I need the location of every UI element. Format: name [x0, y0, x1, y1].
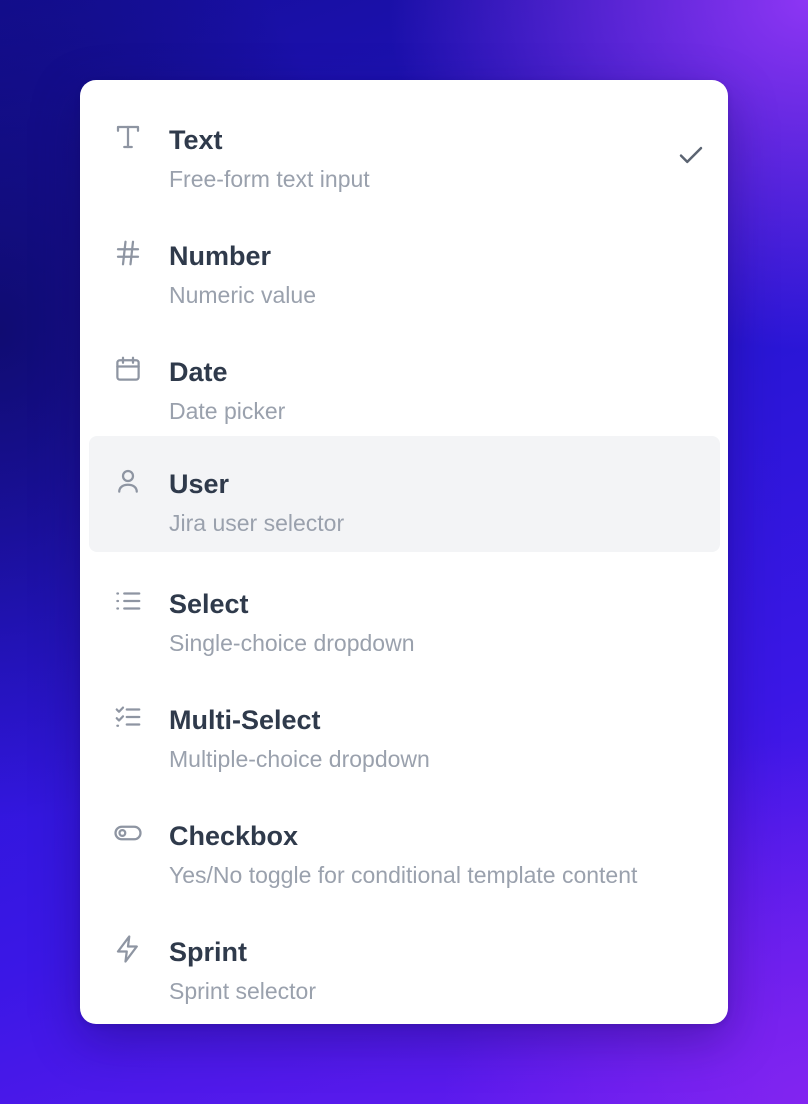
menu-item-sprint[interactable]: Sprint Sprint selector — [89, 904, 720, 1020]
menu-item-multi-select[interactable]: Multi-Select Multiple-choice dropdown — [89, 672, 720, 788]
menu-item-label: User — [169, 469, 230, 499]
menu-item-number[interactable]: Number Numeric value — [89, 208, 720, 324]
zap-icon — [113, 934, 143, 964]
toggle-icon — [113, 818, 143, 848]
menu-item-description: Free-form text input — [169, 166, 370, 192]
menu-item-description: Numeric value — [169, 282, 316, 308]
menu-item-label: Date — [169, 357, 228, 387]
menu-item-description: Multiple-choice dropdown — [169, 746, 430, 772]
calendar-icon — [113, 354, 143, 384]
menu-item-checkbox[interactable]: Checkbox Yes/No toggle for conditional t… — [89, 788, 720, 904]
list-icon — [113, 586, 143, 616]
menu-item-label: Sprint — [169, 937, 247, 967]
menu-item-label: Text — [169, 125, 223, 155]
field-type-menu: Text Free-form text input Number Numeric… — [80, 80, 728, 1024]
menu-item-label: Number — [169, 241, 272, 271]
menu-item-text[interactable]: Text Free-form text input — [89, 92, 720, 208]
checkmark-icon — [676, 140, 706, 170]
user-icon — [113, 466, 143, 496]
menu-item-description: Sprint selector — [169, 978, 317, 1004]
menu-item-description: Yes/No toggle for conditional template c… — [169, 862, 638, 888]
menu-item-select[interactable]: Select Single-choice dropdown — [89, 556, 720, 672]
menu-item-description: Date picker — [169, 398, 286, 424]
menu-item-date[interactable]: Date Date picker — [89, 324, 720, 440]
menu-item-user[interactable]: User Jira user selector — [89, 436, 720, 552]
menu-item-label: Multi-Select — [169, 705, 321, 735]
text-type-icon — [113, 122, 143, 152]
menu-item-description: Jira user selector — [169, 510, 345, 536]
menu-item-label: Checkbox — [169, 821, 299, 851]
hash-icon — [113, 238, 143, 268]
menu-item-description: Single-choice dropdown — [169, 630, 415, 656]
menu-item-label: Select — [169, 589, 249, 619]
list-checks-icon — [113, 702, 143, 732]
